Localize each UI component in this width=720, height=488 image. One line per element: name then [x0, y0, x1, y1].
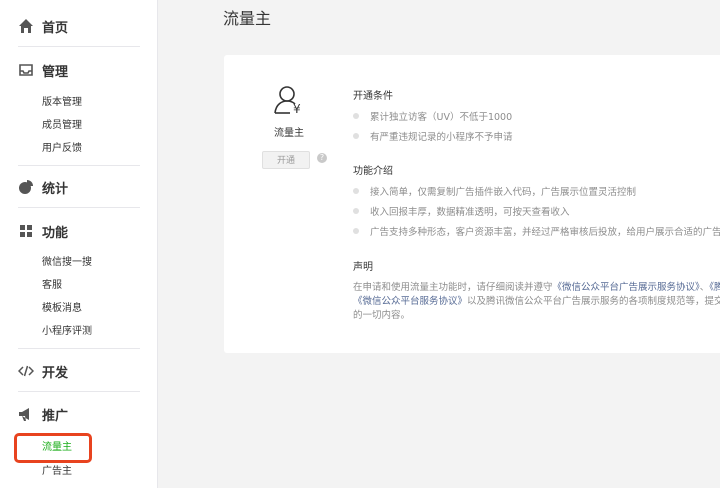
inbox-icon	[19, 64, 33, 76]
nav-home-label: 首页	[42, 20, 69, 36]
declaration-title: 声明	[353, 262, 373, 273]
sidebar: 首页 管理 版本管理 成员管理 用户反馈 统计 功能 微信搜一搜 客服 模板消息…	[0, 0, 158, 488]
declaration-text: 在申请和使用流量主功能时，请仔细阅读并遵守	[353, 282, 553, 293]
nav-dev[interactable]: 开发	[18, 361, 68, 381]
condition-text: 有严重违规记录的小程序不予申请	[370, 132, 513, 143]
condition-item: 有严重违规记录的小程序不予申请	[353, 129, 513, 143]
declaration-text: 、	[699, 282, 710, 293]
nav-promo-label: 推广	[42, 408, 69, 424]
help-icon[interactable]: ?	[317, 153, 327, 163]
declaration-line-3: 的一切内容。	[353, 310, 411, 321]
code-icon	[18, 365, 34, 377]
feature-item: 收入回报丰厚，数据精准透明，可按天查看收入	[353, 204, 570, 218]
divider	[18, 165, 140, 166]
sidebar-item-feedback[interactable]: 用户反馈	[42, 142, 82, 156]
nav-stats-label: 统计	[42, 181, 69, 197]
nav-manage[interactable]: 管理	[18, 60, 68, 80]
nav-home[interactable]: 首页	[18, 16, 68, 36]
nav-promo[interactable]: 推广	[18, 404, 68, 424]
declaration-line-1: 在申请和使用流量主功能时，请仔细阅读并遵守《微信公众平台广告展示服务协议》、《腾…	[353, 279, 720, 293]
divider	[18, 391, 140, 392]
grid-icon	[20, 225, 32, 237]
conditions-title: 开通条件	[353, 91, 393, 102]
nav-features-label: 功能	[42, 225, 69, 241]
features-title: 功能介绍	[353, 166, 393, 177]
user-yen-icon: ¥	[274, 86, 301, 115]
feature-item: 接入简单，仅需复制广告插件嵌入代码，广告展示位置灵活控制	[353, 184, 636, 198]
svg-text:¥: ¥	[293, 102, 301, 115]
bullet-dot-icon	[353, 113, 359, 119]
platform-agreement-link[interactable]: 《微信公众平台服务协议》	[353, 296, 467, 307]
highlight-annotation	[14, 433, 92, 463]
divider	[18, 348, 140, 349]
bullet-dot-icon	[353, 208, 359, 214]
sidebar-item-search[interactable]: 微信搜一搜	[42, 256, 92, 270]
sidebar-item-version[interactable]: 版本管理	[42, 96, 82, 110]
pie-chart-icon	[19, 180, 33, 194]
nav-dev-label: 开发	[42, 365, 69, 381]
declaration-line-2: 《微信公众平台服务协议》以及腾讯微信公众平台广告展示服务的各项制度规范等，提交申…	[353, 293, 720, 307]
sidebar-item-members[interactable]: 成员管理	[42, 119, 82, 133]
bullet-dot-icon	[353, 133, 359, 139]
sidebar-item-advertiser[interactable]: 广告主	[42, 465, 72, 479]
divider	[18, 207, 140, 208]
home-icon	[19, 19, 33, 33]
condition-item: 累计独立访客（UV）不低于1000	[353, 109, 512, 123]
nav-manage-label: 管理	[42, 64, 69, 80]
open-button[interactable]: 开通	[262, 151, 310, 169]
bullet-dot-icon	[353, 228, 359, 234]
megaphone-icon	[19, 408, 29, 421]
bullet-dot-icon	[353, 188, 359, 194]
feature-name: 流量主	[274, 128, 304, 139]
declaration-text: 以及腾讯微信公众平台广告展示服务的各项制度规范等，提交申请	[467, 296, 720, 307]
feature-text: 接入简单，仅需复制广告插件嵌入代码，广告展示位置灵活控制	[370, 187, 637, 198]
nav-features[interactable]: 功能	[18, 221, 68, 241]
condition-text: 累计独立访客（UV）不低于1000	[370, 112, 513, 123]
divider	[18, 46, 140, 47]
sidebar-item-template[interactable]: 模板消息	[42, 302, 82, 316]
nav-stats[interactable]: 统计	[18, 177, 68, 197]
feature-text: 广告支持多种形态，客户资源丰富，并经过严格审核后投放，给用户展示合适的广告	[370, 227, 720, 238]
feature-text: 收入回报丰厚，数据精准透明，可按天查看收入	[370, 207, 570, 218]
tencent-link[interactable]: 《腾讯	[709, 282, 720, 293]
sidebar-item-service[interactable]: 客服	[42, 279, 62, 293]
ad-service-agreement-link[interactable]: 《微信公众平台广告展示服务协议》	[553, 282, 700, 293]
feature-item: 广告支持多种形态，客户资源丰富，并经过严格审核后投放，给用户展示合适的广告	[353, 224, 720, 238]
sidebar-item-review[interactable]: 小程序评测	[42, 325, 92, 339]
content-card: ¥ 流量主 开通 ? 开通条件 累计独立访客（UV）不低于1000 有严重违规记…	[224, 55, 720, 353]
page-title: 流量主	[223, 9, 272, 28]
